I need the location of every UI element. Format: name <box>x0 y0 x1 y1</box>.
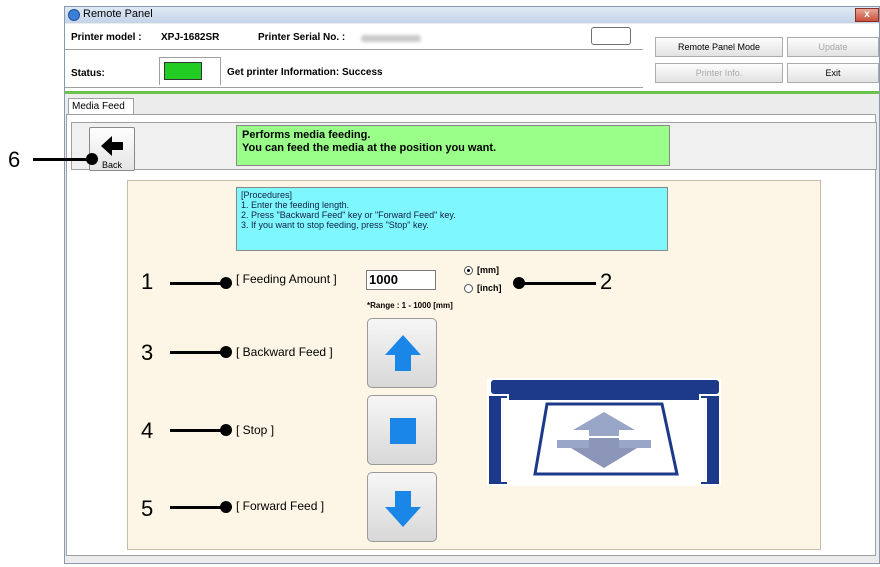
callout-dot-4 <box>220 424 232 436</box>
tab-media-feed[interactable]: Media Feed <box>68 98 134 114</box>
unit-inch-label: [inch] <box>477 283 502 293</box>
backward-feed-label: [ Backward Feed ] <box>236 345 333 359</box>
forward-feed-label: [ Forward Feed ] <box>236 499 325 513</box>
feeding-amount-input[interactable]: 1000 <box>366 270 436 290</box>
callout-line-6 <box>33 158 93 161</box>
unit-mm-radio[interactable] <box>464 266 473 275</box>
procedures-title: [Procedures] <box>241 190 293 200</box>
arrow-left-icon <box>101 136 123 156</box>
forward-feed-button[interactable] <box>367 472 437 542</box>
feeding-amount-label: [ Feeding Amount ] <box>236 272 337 286</box>
stop-button[interactable] <box>367 395 437 465</box>
callout-dot-1 <box>220 277 232 289</box>
procedure-step: 3. If you want to stop feeding, press "S… <box>241 220 429 230</box>
callout-dot-3 <box>220 346 232 358</box>
callout-line-5 <box>170 506 226 509</box>
callout-dot-6 <box>86 153 98 165</box>
arrow-down-icon <box>385 491 421 527</box>
callout-number-6: 6 <box>8 147 21 172</box>
header-message-line1: Performs media feeding. <box>242 129 371 141</box>
callout-number-4: 4 <box>141 418 154 443</box>
unit-mm-label: [mm] <box>477 265 499 275</box>
printer-illustration-icon <box>487 378 721 486</box>
callout-number-2: 2 <box>600 269 613 294</box>
arrow-up-icon <box>385 335 421 371</box>
callout-dot-5 <box>220 501 232 513</box>
callout-line-4 <box>170 429 226 432</box>
callout-line-2 <box>520 282 596 285</box>
procedure-step: 2. Press "Backward Feed" key or "Forward… <box>241 210 456 220</box>
callout-number-3: 3 <box>141 340 154 365</box>
callout-line-3 <box>170 351 226 354</box>
range-hint: *Range : 1 - 1000 [mm] <box>367 301 453 310</box>
back-button[interactable]: Back <box>89 127 135 171</box>
header-message: Performs media feeding. You can feed the… <box>236 125 670 166</box>
header-message-line2: You can feed the media at the position y… <box>242 142 497 154</box>
callout-dot-2 <box>513 277 525 289</box>
stop-label: [ Stop ] <box>236 423 275 437</box>
unit-inch-radio[interactable] <box>464 284 473 293</box>
procedure-step: 1. Enter the feeding length. <box>241 200 350 210</box>
callout-number-1: 1 <box>141 269 154 294</box>
procedures-box: [Procedures] 1. Enter the feeding length… <box>236 187 668 251</box>
backward-feed-button[interactable] <box>367 318 437 388</box>
callout-line-1 <box>170 282 226 285</box>
stop-square-icon <box>390 418 416 444</box>
callout-number-5: 5 <box>141 496 154 521</box>
